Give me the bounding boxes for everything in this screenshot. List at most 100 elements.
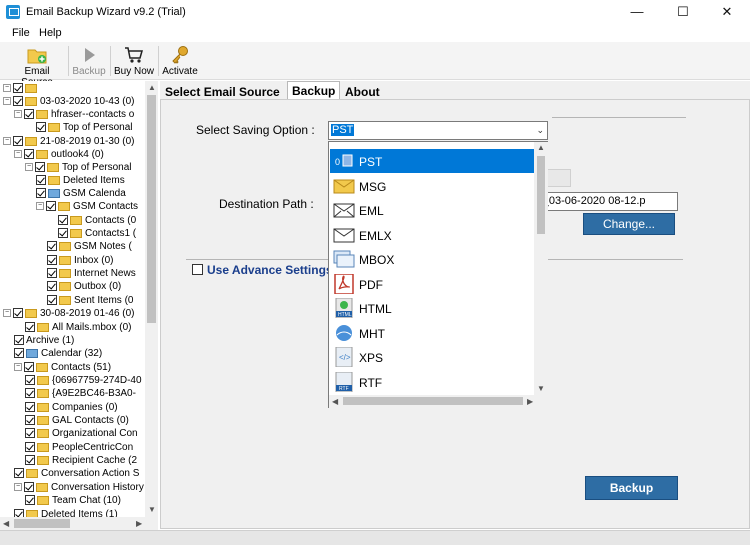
checkbox[interactable] xyxy=(25,375,35,386)
collapse-toggle-icon[interactable]: − xyxy=(3,309,11,318)
collapse-toggle-icon[interactable]: − xyxy=(3,97,11,106)
checkbox[interactable] xyxy=(47,241,57,252)
menu-file[interactable]: File xyxy=(12,27,30,39)
tree-item[interactable]: − Conversation History xyxy=(14,481,144,494)
checkbox[interactable] xyxy=(25,428,35,439)
tree-item[interactable]: Top of Personal xyxy=(36,121,133,134)
checkbox[interactable] xyxy=(36,175,46,186)
checkbox[interactable] xyxy=(14,468,24,479)
tree-item[interactable]: Deleted Items xyxy=(36,174,125,187)
tree-item[interactable]: Inbox (0) xyxy=(47,254,113,267)
change-button[interactable]: Change... xyxy=(583,213,675,235)
checkbox[interactable] xyxy=(13,96,23,107)
collapse-toggle-icon[interactable]: − xyxy=(14,483,22,492)
tree-item[interactable]: − Top of Personal xyxy=(25,161,132,174)
tree-item[interactable]: Conversation Action S xyxy=(14,467,139,480)
menu-help[interactable]: Help xyxy=(39,27,62,39)
tree-item[interactable]: Contacts (0 xyxy=(58,214,136,227)
dropdown-option-mht[interactable]: MHT xyxy=(330,321,534,345)
dropdown-option-eml[interactable]: EML xyxy=(330,198,534,222)
checkbox[interactable] xyxy=(47,268,57,279)
advance-settings-checkbox[interactable] xyxy=(192,264,203,275)
checkbox[interactable] xyxy=(25,455,35,466)
dropdown-scroll-thumb[interactable] xyxy=(537,156,545,234)
checkbox[interactable] xyxy=(25,415,35,426)
checkbox[interactable] xyxy=(25,322,35,333)
checkbox[interactable] xyxy=(46,201,56,212)
checkbox[interactable] xyxy=(14,335,24,346)
tree-item[interactable]: Deleted Items (1) xyxy=(14,508,118,517)
checkbox[interactable] xyxy=(24,362,34,373)
tree-item[interactable]: GSM Notes ( xyxy=(47,240,132,253)
checkbox[interactable] xyxy=(13,83,23,94)
checkbox[interactable] xyxy=(24,482,34,493)
checkbox[interactable] xyxy=(47,281,57,292)
dropdown-vertical-scrollbar[interactable]: ▲ ▼ xyxy=(534,142,548,395)
tree-item[interactable]: − GSM Contacts xyxy=(36,200,138,213)
dropdown-option-emlx[interactable]: EMLX xyxy=(330,223,534,247)
scroll-left-arrow-icon[interactable]: ◀ xyxy=(332,397,338,406)
tree-item[interactable]: Companies (0) xyxy=(25,401,118,414)
tree-item[interactable]: Recipient Cache (2 xyxy=(25,454,137,467)
dropdown-option-pdf[interactable]: PDF xyxy=(330,272,534,296)
tab-about[interactable]: About xyxy=(341,83,384,100)
checkbox[interactable] xyxy=(13,308,23,319)
tree-item[interactable]: PeopleCentricCon xyxy=(25,441,133,454)
tree-item[interactable]: Organizational Con xyxy=(25,427,138,440)
checkbox[interactable] xyxy=(36,188,46,199)
tree-item[interactable]: − 30-08-2019 01-46 (0) xyxy=(3,307,135,320)
checkbox[interactable] xyxy=(58,215,68,226)
checkbox[interactable] xyxy=(14,348,24,359)
tree-item[interactable]: − hfraser--contacts o xyxy=(14,108,134,121)
scroll-up-arrow-icon[interactable]: ▲ xyxy=(148,83,156,92)
tree-item[interactable]: Contacts1 ( xyxy=(58,227,136,240)
dropdown-option-xps[interactable]: </> XPS xyxy=(330,345,534,369)
collapse-toggle-icon[interactable]: − xyxy=(14,363,22,372)
minimize-button[interactable]: — xyxy=(614,0,660,24)
tree-item[interactable]: {06967759-274D-40 xyxy=(25,374,142,387)
checkbox[interactable] xyxy=(36,122,46,133)
saving-option-select[interactable]: PST ⌄ xyxy=(328,121,548,140)
checkbox[interactable] xyxy=(25,402,35,413)
tree-item[interactable]: − 03-03-2020 10-43 (0) xyxy=(3,95,135,108)
dropdown-option-rtf[interactable]: RTF RTF xyxy=(330,370,534,394)
tree-item[interactable]: Outbox (0) xyxy=(47,280,121,293)
tab-backup[interactable]: Backup xyxy=(287,81,341,100)
tree-item[interactable]: − outlook4 (0) xyxy=(14,148,104,161)
tree-item[interactable]: Internet News xyxy=(47,267,136,280)
scroll-down-arrow-icon[interactable]: ▼ xyxy=(148,505,156,514)
backup-toolbar-button[interactable]: Backup xyxy=(72,42,106,80)
buy-now-button[interactable]: Buy Now xyxy=(114,42,154,80)
checkbox[interactable] xyxy=(35,162,45,173)
tree-hscroll-thumb[interactable] xyxy=(14,519,70,528)
tree-item[interactable]: Archive (1) xyxy=(14,334,74,347)
checkbox[interactable] xyxy=(13,136,23,147)
dropdown-hscroll-thumb[interactable] xyxy=(343,397,523,405)
tree-scroll-thumb[interactable] xyxy=(147,95,156,323)
checkbox[interactable] xyxy=(47,295,57,306)
scroll-down-arrow-icon[interactable]: ▼ xyxy=(537,384,545,393)
tree-item[interactable]: GSM Calenda xyxy=(36,187,126,200)
checkbox[interactable] xyxy=(25,495,35,506)
dropdown-option-html[interactable]: HTML HTML xyxy=(330,296,534,320)
checkbox[interactable] xyxy=(47,255,57,266)
tree-item[interactable]: Sent Items (0 xyxy=(47,294,133,307)
activate-button[interactable]: Activate xyxy=(162,42,198,80)
scroll-left-arrow-icon[interactable]: ◀ xyxy=(3,519,9,528)
checkbox[interactable] xyxy=(24,149,34,160)
collapse-toggle-icon[interactable]: − xyxy=(3,84,11,93)
scroll-up-arrow-icon[interactable]: ▲ xyxy=(537,143,545,152)
chevron-down-icon[interactable]: ⌄ xyxy=(536,125,544,136)
dropdown-horizontal-scrollbar[interactable]: ◀ ▶ xyxy=(329,395,549,408)
tree-item[interactable]: − Contacts (51) xyxy=(14,361,111,374)
checkbox[interactable] xyxy=(25,442,35,453)
tree-item[interactable]: Calendar (32) xyxy=(14,347,102,360)
collapse-toggle-icon[interactable]: − xyxy=(36,202,44,211)
tab-select-email-source[interactable]: Select Email Source xyxy=(161,83,284,100)
tree-item[interactable]: {A9E2BC46-B3A0- xyxy=(25,387,136,400)
checkbox[interactable] xyxy=(24,109,34,120)
checkbox[interactable] xyxy=(58,228,68,239)
dropdown-option-msg[interactable]: MSG xyxy=(330,174,534,198)
tree-item[interactable]: All Mails.mbox (0) xyxy=(25,321,131,334)
close-button[interactable]: ✕ xyxy=(704,0,750,24)
